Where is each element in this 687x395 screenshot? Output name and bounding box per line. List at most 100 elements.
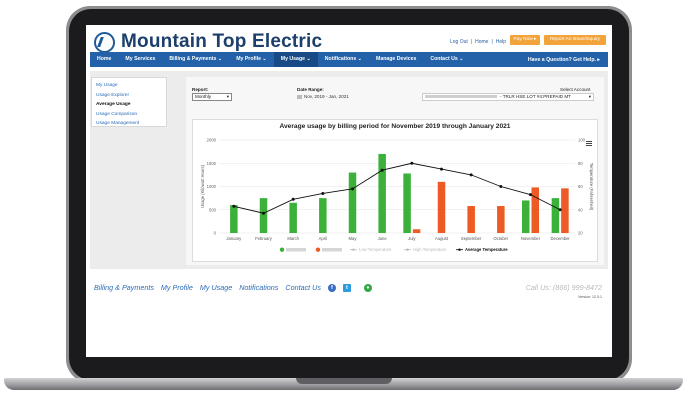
laptop-notch (296, 378, 392, 384)
x-tick-label: January (226, 236, 242, 241)
x-tick-label: July (408, 236, 416, 241)
y-tick-label: 1000 (207, 184, 217, 189)
y-tick-label: 2000 (207, 138, 217, 143)
y2-tick-label: 20 (578, 231, 583, 236)
nav-billing-payments[interactable]: Billing & Payments ⌄ (162, 52, 229, 67)
nav-my-usage[interactable]: My Usage ⌄ (273, 52, 318, 67)
sidebar-item-usage-management[interactable]: Usage Management (96, 119, 162, 129)
select-account-label: Select Account (560, 87, 591, 92)
usage-chart: 0 500 1000 1500 2000 20 40 60 80 100 Usage (Kilowa… (200, 138, 594, 253)
legend-redacted (322, 248, 342, 252)
y2-tick-label: 80 (578, 161, 583, 166)
y2-axis-label: Temperature (Fahrenheit) (589, 163, 594, 211)
account-select-value: - TRLR HSE LOT #4:PREPAID MT (500, 94, 571, 99)
temperature-point (351, 187, 354, 191)
twitter-icon[interactable]: t (342, 283, 351, 292)
temperature-point (499, 185, 503, 188)
date-range-picker[interactable]: Nov, 2019 - Jan, 2021 (297, 94, 349, 99)
x-tick-label: June (378, 236, 388, 241)
nav-notifications[interactable]: Notifications ⌄ (318, 52, 369, 67)
legend-usage-marker (279, 247, 285, 252)
bar-usage-alt (467, 206, 475, 233)
site-logo[interactable]: Mountain Top Electric (94, 31, 322, 53)
y2-tick-label: 40 (578, 207, 583, 212)
sidebar-item-average-usage[interactable]: Average Usage (96, 100, 162, 110)
y-tick-label: 0 (214, 231, 217, 236)
temperature-point (262, 211, 265, 215)
sidebar-item-usage-comparison[interactable]: Usage Comparison (96, 110, 162, 120)
bar-usage (403, 173, 411, 233)
bar-usage (378, 153, 386, 233)
x-tick-label: September (461, 236, 482, 241)
chevron-down-icon: ▾ (588, 94, 591, 99)
legend-label: Low Temperature (359, 247, 392, 252)
temperature-point (558, 208, 562, 212)
bar-usage (289, 202, 297, 233)
usage-chart-card: Average usage by billing period for Nove… (192, 119, 598, 262)
main-nav: Home My Services Billing & Payments ⌄ My… (90, 52, 608, 67)
calendar-icon (297, 94, 302, 99)
date-range-value: Nov, 2019 - Jan, 2021 (304, 94, 349, 99)
usage-sidebar: My Usage Usage Explorer Average Usage Us… (91, 77, 167, 127)
x-tick-label: March (287, 236, 299, 241)
report-select-value: Monthly (195, 94, 212, 99)
bar-usage-alt (437, 181, 446, 233)
report-issue-button[interactable]: Report An Issue/Inquiry (544, 35, 606, 45)
temperature-point (440, 167, 443, 171)
legend-marker (458, 248, 461, 251)
temperature-point (321, 191, 325, 195)
nav-my-profile[interactable]: My Profile ⌄ (229, 52, 274, 67)
legend-label: Average Temperature (465, 247, 508, 252)
footer-link-contact[interactable]: Contact Us (285, 283, 321, 292)
facebook-icon[interactable]: f (327, 283, 336, 292)
legend-redacted (286, 248, 306, 252)
y-tick-label: 1500 (207, 161, 217, 166)
get-help-link[interactable]: Have a Question? Get Help. ▸ (528, 57, 608, 63)
sidebar-item-my-usage[interactable]: My Usage (96, 81, 162, 91)
nav-manage-devices[interactable]: Manage Devices (369, 52, 423, 67)
temperature-point (410, 161, 414, 165)
pay-now-button[interactable]: Pay Now ▸ (510, 35, 540, 45)
bar-usage-alt (412, 229, 421, 233)
nav-my-services[interactable]: My Services (118, 52, 162, 67)
report-select[interactable]: Monthly ▾ (192, 93, 232, 101)
report-label: Report: (192, 87, 209, 92)
legend-label: High Temperature (413, 247, 447, 252)
x-tick-label: October (493, 236, 509, 241)
x-tick-label: February (255, 236, 273, 241)
footer-link-billing[interactable]: Billing & Payments (94, 283, 154, 292)
bar-usage (522, 200, 530, 233)
temperature-point (291, 197, 295, 201)
x-tick-label: December (551, 236, 571, 241)
x-tick-label: April (319, 236, 327, 241)
version-text: Version: 12.5.1 (578, 295, 602, 299)
utility-links: Log Out | Home | Help (450, 39, 506, 45)
footer-link-profile[interactable]: My Profile (161, 283, 193, 292)
nav-home[interactable]: Home (90, 52, 118, 67)
footer-link-usage[interactable]: My Usage (200, 283, 232, 292)
account-number-redacted (425, 95, 497, 99)
y-axis-label: Usage (Kilowatt Hours) (200, 164, 205, 208)
bar-usage (551, 198, 560, 233)
y2-tick-label: 60 (578, 184, 583, 189)
bar-usage-alt (531, 187, 539, 233)
bar-usage-alt (497, 206, 505, 233)
y-tick-label: 500 (209, 207, 217, 212)
bar-usage (230, 205, 238, 233)
chevron-down-icon: ▾ (226, 94, 229, 99)
account-select[interactable]: - TRLR HSE LOT #4:PREPAID MT ▾ (422, 93, 594, 101)
footer-links: Billing & Payments My Profile My Usage N… (94, 283, 372, 292)
browser-screen: Mountain Top Electric Log Out | Home | H… (86, 25, 612, 357)
nav-contact-us[interactable]: Contact Us ⌄ (423, 52, 470, 67)
date-range-label: Date Range: (297, 87, 324, 92)
x-tick-label: November (521, 236, 541, 241)
home-link[interactable]: Home (475, 39, 488, 45)
logout-link[interactable]: Log Out (450, 39, 468, 45)
temperature-point (529, 193, 532, 197)
help-link[interactable]: Help (496, 39, 506, 45)
sidebar-item-usage-explorer[interactable]: Usage Explorer (96, 91, 162, 101)
app-store-icon[interactable]: ● (363, 283, 372, 292)
temperature-point (469, 173, 473, 177)
legend-marker (406, 248, 409, 251)
footer-link-notifications[interactable]: Notifications (239, 283, 278, 292)
